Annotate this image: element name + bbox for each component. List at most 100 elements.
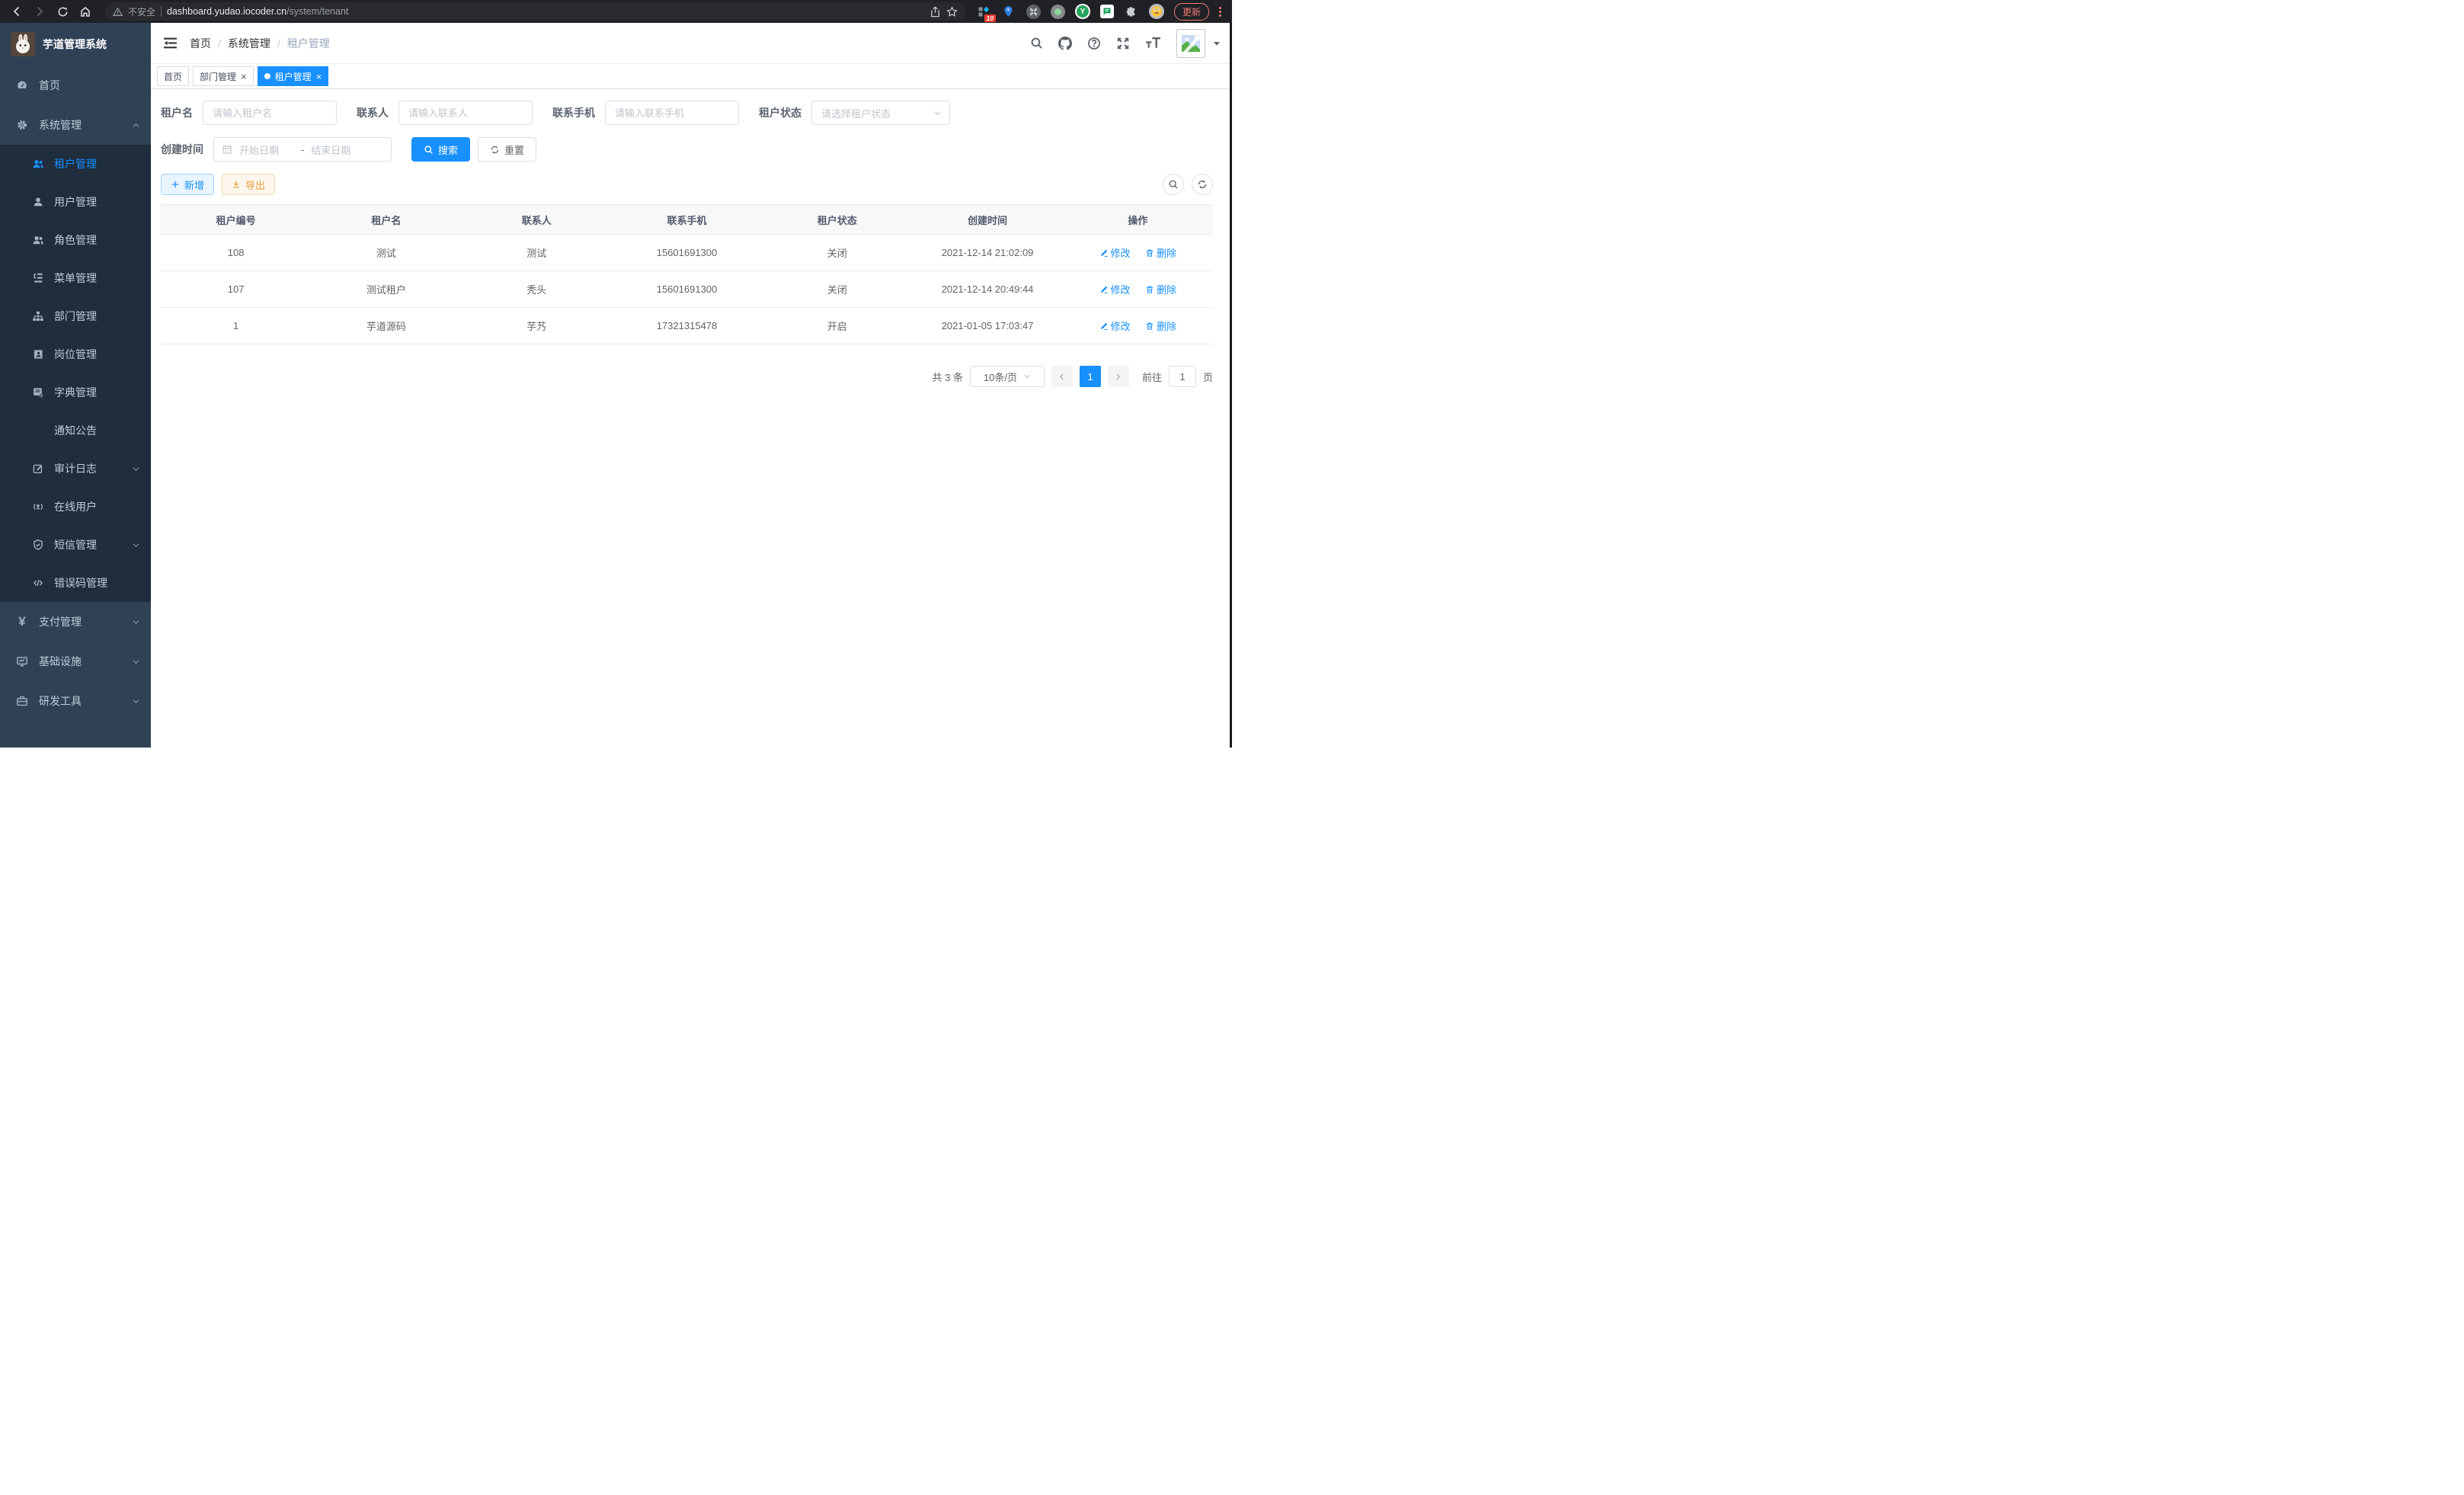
page-number-current[interactable]: 1 xyxy=(1080,366,1101,387)
tag-home[interactable]: 首页 xyxy=(157,66,189,86)
reset-button[interactable]: 重置 xyxy=(478,137,536,162)
address-bar[interactable]: 不安全 dashboard.yudao.iocoder.cn/system/te… xyxy=(105,2,965,21)
toggle-search-button[interactable] xyxy=(1163,174,1184,195)
refresh-table-button[interactable] xyxy=(1192,174,1213,195)
sidebar-item-user[interactable]: 用户管理 xyxy=(0,183,151,221)
mobile-input[interactable] xyxy=(605,101,739,125)
delete-link[interactable]: 删除 xyxy=(1145,319,1176,333)
browser-home-button[interactable] xyxy=(76,2,94,21)
github-link-button[interactable] xyxy=(1058,37,1072,50)
sidebar-item-menu[interactable]: 菜单管理 xyxy=(0,259,151,297)
sidebar-item-errorcode[interactable]: 错误码管理 xyxy=(0,564,151,602)
extension-command-icon[interactable] xyxy=(1026,5,1041,19)
yen-icon: ¥ xyxy=(16,616,28,628)
app-logo-row[interactable]: 芋道管理系统 xyxy=(0,23,151,66)
browser-menu-button[interactable] xyxy=(1219,7,1221,17)
extension-grid-icon[interactable]: 10 xyxy=(976,4,991,19)
goto-page-input[interactable] xyxy=(1169,366,1196,387)
tag-tenant-active[interactable]: 租户管理 × xyxy=(258,66,329,86)
column-header-contact: 联系人 xyxy=(462,205,612,235)
sidebar-item-pay[interactable]: ¥ 支付管理 xyxy=(0,602,151,642)
date-range-picker[interactable]: 开始日期 - 结束日期 xyxy=(213,137,392,162)
fullscreen-button[interactable] xyxy=(1116,37,1130,50)
cell-ops: 修改 删除 xyxy=(1063,308,1213,344)
export-button[interactable]: 导出 xyxy=(222,174,275,195)
prev-page-button[interactable] xyxy=(1051,366,1073,387)
delete-link[interactable]: 删除 xyxy=(1145,282,1176,296)
org-tree-icon xyxy=(32,310,44,322)
search-icon xyxy=(1030,37,1043,50)
breadcrumb-system[interactable]: 系统管理 xyxy=(228,36,270,51)
header-search-button[interactable] xyxy=(1030,37,1043,50)
font-size-button[interactable] xyxy=(1145,37,1161,50)
chevron-down-icon xyxy=(132,658,140,666)
page-unit-label: 页 xyxy=(1203,370,1213,384)
sidebar-item-infra[interactable]: 基础设施 xyxy=(0,642,151,681)
edit-link[interactable]: 修改 xyxy=(1099,282,1131,296)
edit-link[interactable]: 修改 xyxy=(1099,245,1131,260)
sidebar-item-online-user[interactable]: 在线用户 xyxy=(0,488,151,526)
user-avatar-menu[interactable] xyxy=(1176,29,1221,58)
cell-created: 2021-12-14 21:02:09 xyxy=(912,235,1062,271)
caret-down-icon xyxy=(1212,39,1221,48)
security-label[interactable]: 不安全 xyxy=(128,5,155,18)
browser-back-button[interactable] xyxy=(8,2,26,21)
sidebar-item-dept[interactable]: 部门管理 xyxy=(0,297,151,335)
sidebar-item-label: 通知公告 xyxy=(54,423,97,438)
extension-pin-icon[interactable] xyxy=(1001,4,1016,19)
tenant-name-input[interactable] xyxy=(203,101,337,125)
edit-link[interactable]: 修改 xyxy=(1099,319,1131,333)
url-text[interactable]: dashboard.yudao.iocoder.cn/system/tenant xyxy=(167,6,924,17)
sidebar-item-sms[interactable]: 短信管理 xyxy=(0,526,151,564)
docs-help-button[interactable] xyxy=(1087,37,1101,50)
tag-label: 部门管理 xyxy=(200,70,236,83)
browser-toolbar: 不安全 dashboard.yudao.iocoder.cn/system/te… xyxy=(0,0,1232,23)
sidebar-item-post[interactable]: 岗位管理 xyxy=(0,335,151,373)
chevron-down-icon xyxy=(132,618,140,626)
browser-reload-button[interactable] xyxy=(53,2,72,21)
sidebar-item-devtools[interactable]: 研发工具 xyxy=(0,681,151,721)
back-arrow-icon xyxy=(11,5,23,18)
extensions-puzzle-icon[interactable] xyxy=(1124,4,1139,19)
next-page-button[interactable] xyxy=(1108,366,1129,387)
sidebar-collapse-button[interactable] xyxy=(151,37,190,50)
breadcrumb-home[interactable]: 首页 xyxy=(190,36,211,51)
breadcrumb-separator: / xyxy=(218,37,221,50)
contact-input[interactable] xyxy=(398,101,533,125)
bookmark-star-icon[interactable] xyxy=(946,6,958,18)
audit-edit-icon xyxy=(32,463,44,475)
sidebar-item-role[interactable]: 角色管理 xyxy=(0,221,151,259)
delete-link[interactable]: 删除 xyxy=(1145,245,1176,260)
sidebar-item-notice[interactable]: 通知公告 xyxy=(0,411,151,450)
page-size-select[interactable]: 10条/页 xyxy=(970,366,1045,387)
add-button[interactable]: 新增 xyxy=(161,174,214,195)
share-icon[interactable] xyxy=(930,6,941,18)
extension-dot-icon[interactable] xyxy=(1051,5,1065,19)
status-select[interactable]: 请选择租户状态 xyxy=(811,101,950,125)
sms-shield-icon xyxy=(32,539,44,551)
chevron-down-icon xyxy=(132,541,140,549)
sidebar-item-dict[interactable]: 字典管理 xyxy=(0,373,151,411)
screen-right-edge xyxy=(1230,23,1232,748)
close-icon[interactable]: × xyxy=(241,72,247,82)
sidebar-item-system[interactable]: 系统管理 xyxy=(0,105,151,145)
extension-chat-icon[interactable] xyxy=(1100,5,1114,18)
column-header-created: 创建时间 xyxy=(912,205,1062,235)
sidebar-item-tenant[interactable]: 租户管理 xyxy=(0,145,151,183)
browser-forward-button[interactable] xyxy=(30,2,49,21)
y-letter-icon: Y xyxy=(1077,5,1089,18)
sidebar-item-audit-log[interactable]: 审计日志 xyxy=(0,450,151,488)
cell-ops: 修改 删除 xyxy=(1063,235,1213,271)
tag-dept[interactable]: 部门管理 × xyxy=(193,66,254,86)
calendar-icon xyxy=(222,144,232,155)
trash-icon xyxy=(1145,248,1154,258)
sidebar-item-label: 错误码管理 xyxy=(54,575,107,591)
sidebar-item-home[interactable]: 首页 xyxy=(0,66,151,105)
extension-y-icon[interactable]: Y xyxy=(1075,4,1090,19)
search-button[interactable]: 搜索 xyxy=(411,137,470,162)
close-icon[interactable]: × xyxy=(316,72,322,82)
profile-avatar-icon[interactable] xyxy=(1149,4,1164,19)
errorcode-icon xyxy=(32,577,44,589)
browser-update-button[interactable]: 更新 xyxy=(1174,3,1209,21)
sidebar-item-label: 首页 xyxy=(39,78,60,93)
